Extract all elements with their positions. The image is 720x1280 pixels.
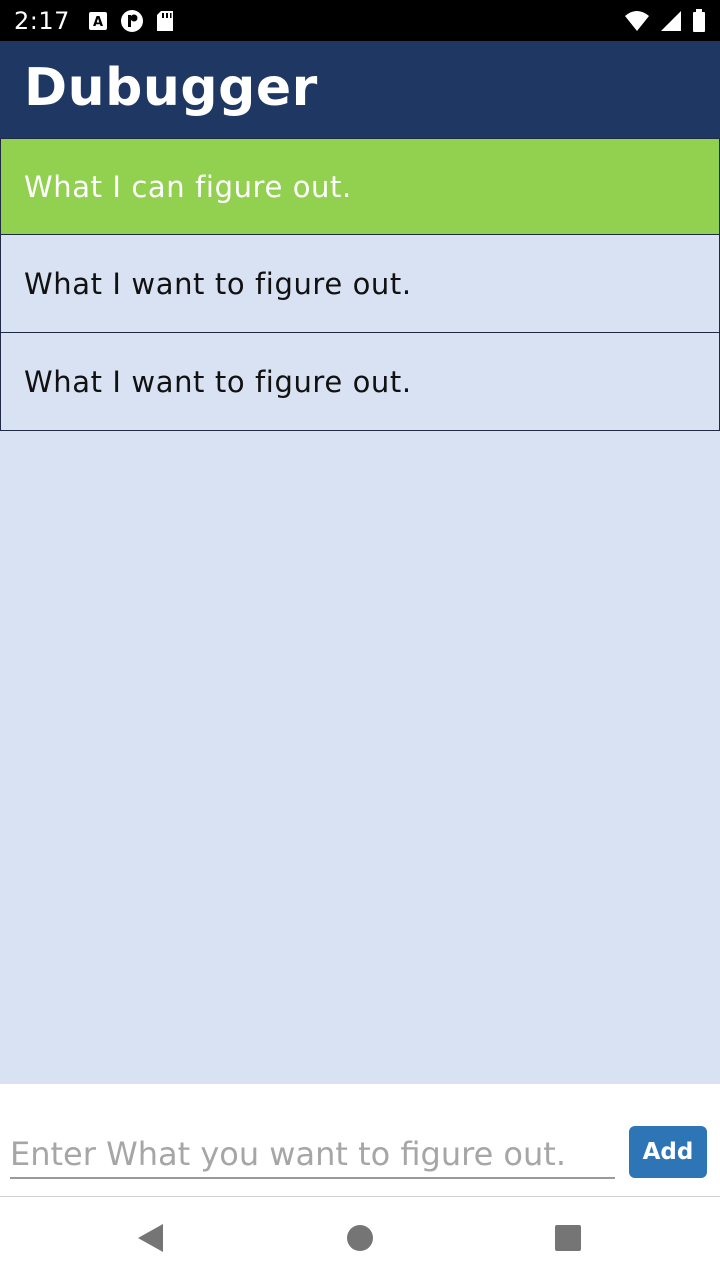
status-time: 2:17 bbox=[14, 6, 70, 35]
wifi-icon bbox=[624, 10, 650, 32]
list-item-label: What I want to figure out. bbox=[24, 364, 412, 399]
sd-card-icon bbox=[156, 10, 174, 32]
cell-signal-icon bbox=[660, 10, 682, 32]
recents-icon[interactable] bbox=[554, 1221, 582, 1259]
status-notification-icons: A bbox=[88, 9, 174, 33]
add-button[interactable]: Add bbox=[629, 1126, 707, 1178]
status-system-icons bbox=[624, 8, 706, 33]
list-item-want-to-figure-out[interactable]: What I want to figure out. bbox=[0, 235, 720, 333]
app-bar: Dubugger bbox=[0, 41, 720, 138]
task-list: What I can figure out. What I want to fi… bbox=[0, 138, 720, 1084]
list-item-can-figure-out[interactable]: What I can figure out. bbox=[0, 138, 720, 235]
task-input[interactable] bbox=[10, 1131, 615, 1179]
a-notification-icon: A bbox=[88, 11, 108, 31]
navigation-bar bbox=[0, 1196, 720, 1280]
home-icon[interactable] bbox=[346, 1221, 374, 1259]
list-item-want-to-figure-out[interactable]: What I want to figure out. bbox=[0, 333, 720, 431]
sync-icon bbox=[120, 9, 144, 33]
back-icon[interactable] bbox=[135, 1221, 167, 1259]
svg-text:A: A bbox=[93, 15, 103, 30]
list-item-label: What I can figure out. bbox=[24, 169, 352, 204]
app-title: Dubugger bbox=[24, 57, 318, 118]
battery-icon bbox=[692, 8, 706, 33]
list-item-label: What I want to figure out. bbox=[24, 266, 412, 301]
status-bar: 2:17 A bbox=[0, 0, 720, 41]
